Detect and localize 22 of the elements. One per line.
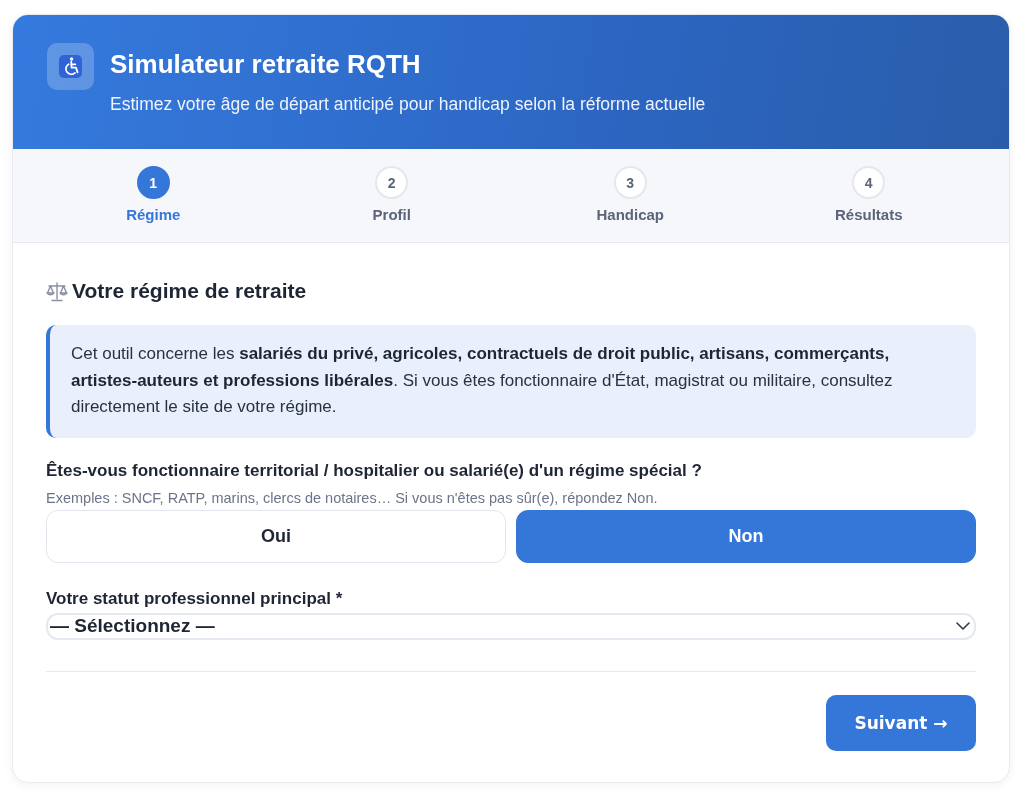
choice-button[interactable]: Oui <box>46 509 506 563</box>
step-label[interactable]: Handicap <box>596 206 664 224</box>
step-number[interactable]: 1 <box>136 166 170 199</box>
status-select[interactable]: — Sélectionnez — <box>46 612 976 640</box>
next-button[interactable]: Suivant → <box>826 694 976 751</box>
step-label[interactable]: Profil <box>372 206 411 224</box>
field-label: Votre statut professionnel principal * <box>46 588 344 609</box>
question-hint: Exemples : SNCF, RATP, marins, clercs de notaires… Si vous n'êtes pas sûr(e), répondez Non. <box>46 489 659 506</box>
step-number[interactable]: 3 <box>613 166 647 199</box>
step-number[interactable]: 2 <box>375 166 409 199</box>
choice-button[interactable]: Non <box>516 509 976 563</box>
app-title: Simulateur retraite RQTH <box>110 48 422 80</box>
info-notice: Cet outil concerne les salariés du privé, agricoles, contractuels de droit public, artisans, commerçants, artistes-auteurs et professions libérales. Si vous êtes fonctionnaire d'État, magistrat ou militaire, consultez directement le site de votre régime. <box>46 325 976 438</box>
step-number[interactable]: 4 <box>852 166 886 199</box>
chevron-down-icon <box>956 622 970 630</box>
app-subtitle: Estimez votre âge de départ anticipé pour handicap selon la réforme actuelle <box>110 93 706 116</box>
step-label[interactable]: Résultats <box>835 206 903 224</box>
wheelchair-icon <box>47 43 94 90</box>
step-label[interactable]: Régime <box>126 206 181 224</box>
question-label: Êtes-vous fonctionnaire territorial / hospitalier ou salarié(e) d'un régime spécial ? <box>46 460 703 481</box>
scales-icon <box>46 280 68 302</box>
section-title: Votre régime de retraite <box>72 279 307 303</box>
